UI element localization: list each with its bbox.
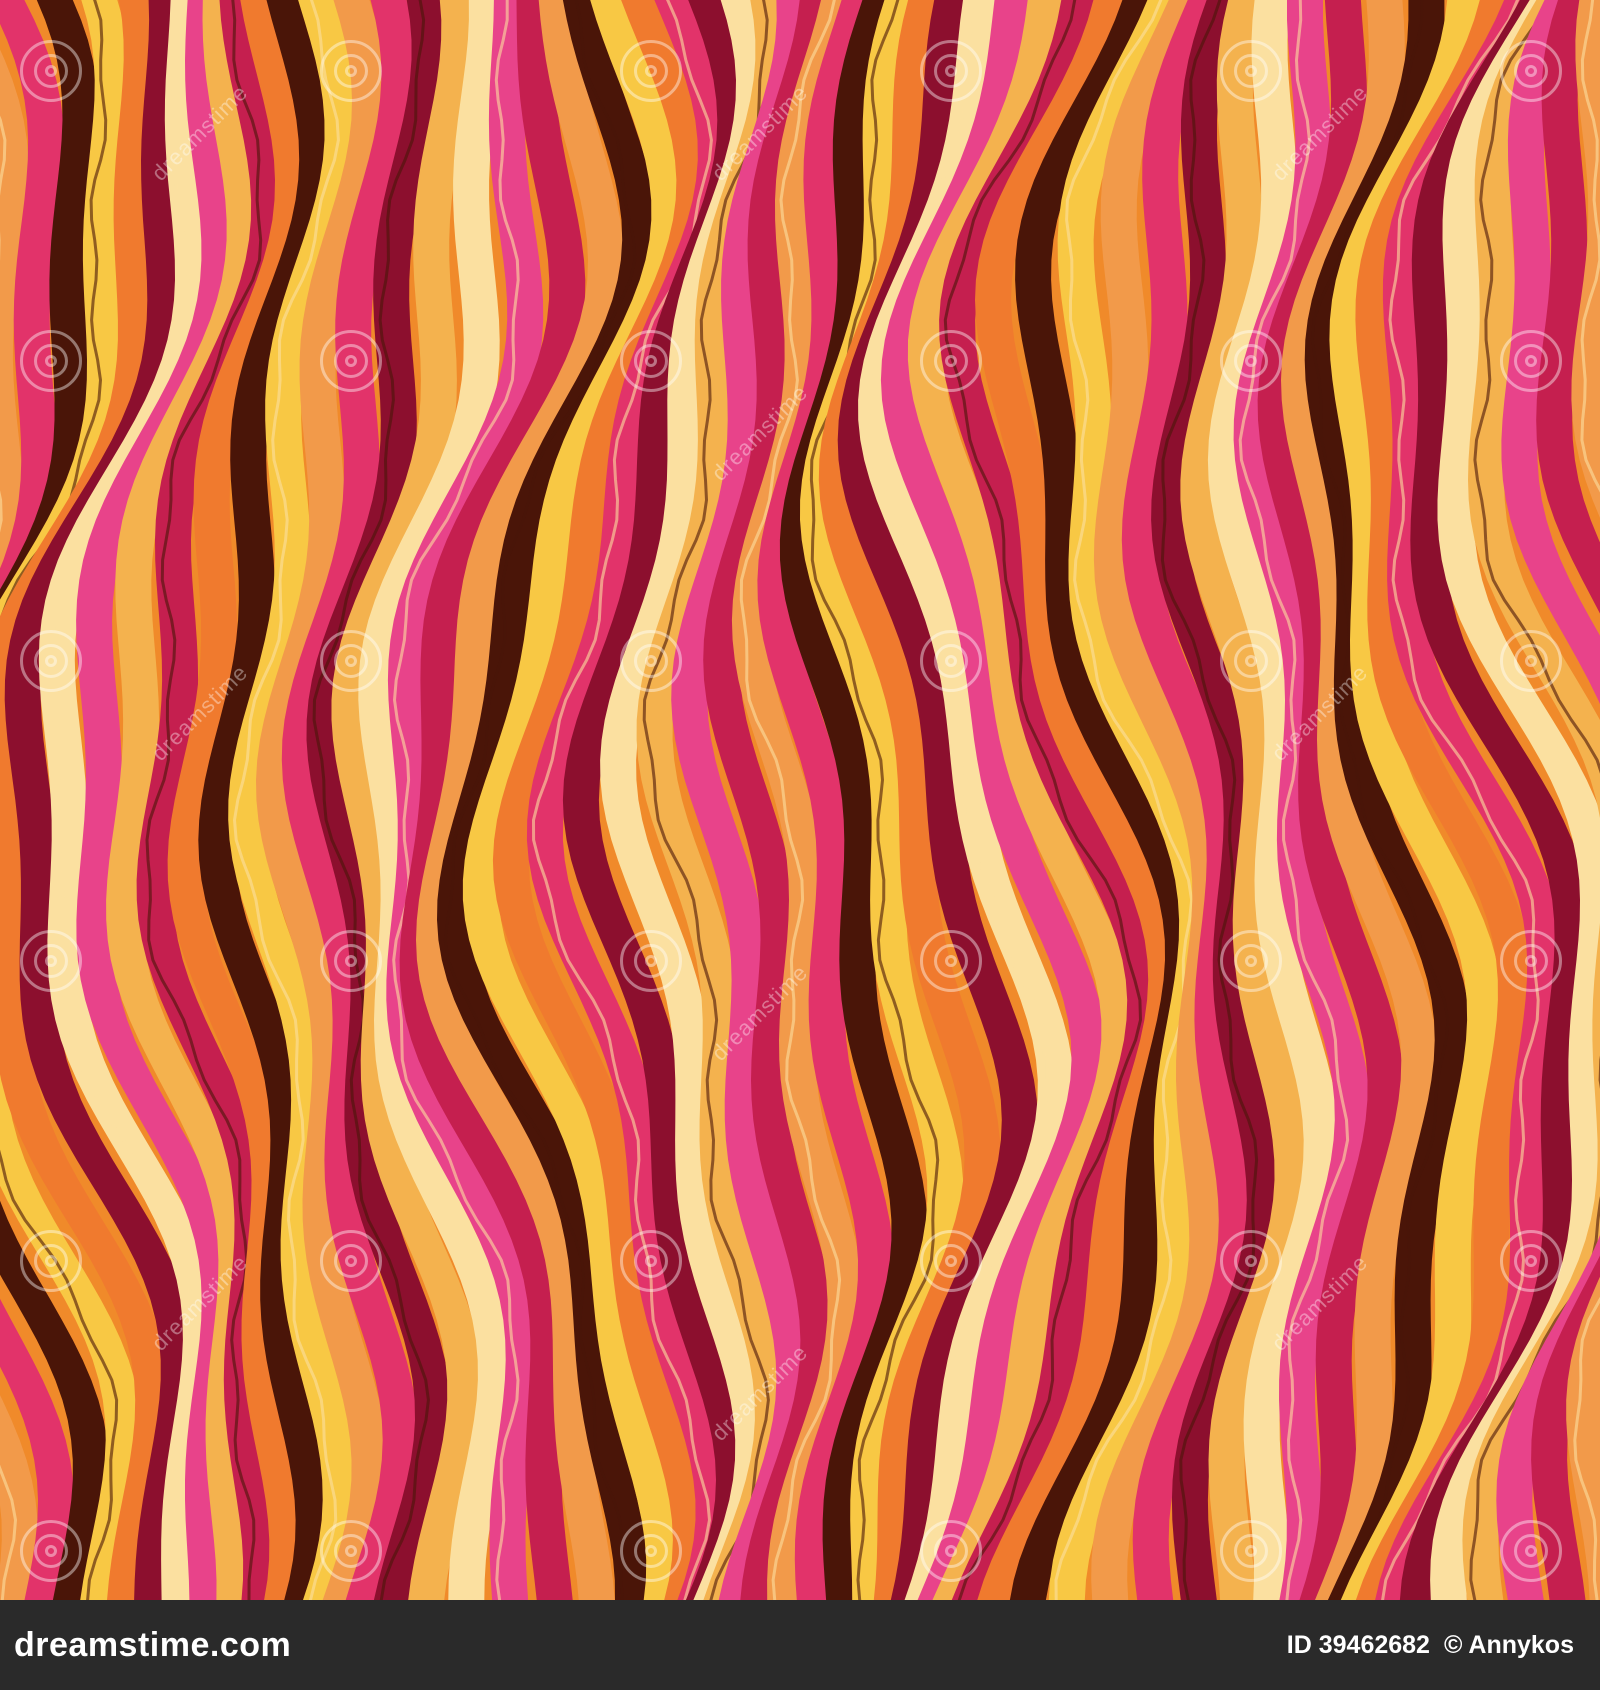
image-id: ID 39462682 — [1286, 1630, 1430, 1659]
copyright-author: © Annykos — [1443, 1630, 1574, 1659]
wavy-brush-stroke-pattern — [0, 0, 1600, 1600]
stock-image-page: dreamstime dreamstime dreamstime dreamstime… — [0, 0, 1600, 1690]
image-meta: ID 39462682 © Annykos — [1287, 1631, 1574, 1660]
site-name[interactable]: dreamstime.com — [14, 1626, 291, 1665]
footer-bar: dreamstime.com ID 39462682 © Annykos — [0, 1600, 1600, 1690]
wave-stripes — [0, 0, 1600, 1600]
